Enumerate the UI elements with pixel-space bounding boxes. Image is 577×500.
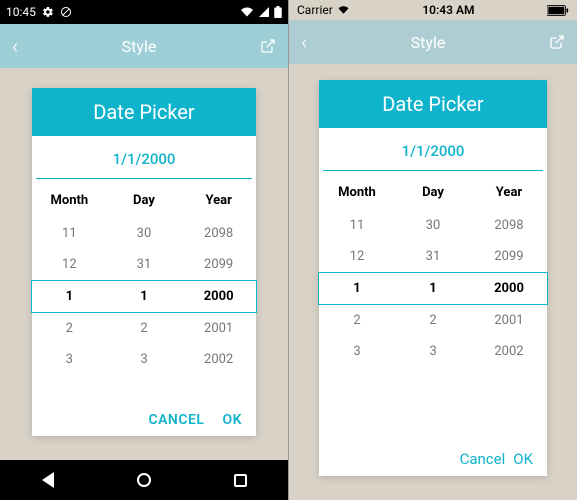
picker-cell-day: 30	[395, 218, 470, 233]
picker-cell-month: 11	[319, 218, 394, 233]
carrier-label: Carrier	[297, 3, 333, 17]
picker-cell-month: 2	[319, 313, 394, 328]
android-nav-bar	[0, 460, 288, 500]
picker-row[interactable]: 222001	[32, 313, 256, 344]
picker-wheel[interactable]: 1130209812312099112000222001332002	[32, 218, 256, 375]
picker-cell-day: 31	[395, 249, 470, 264]
card-title: Date Picker	[32, 88, 256, 136]
col-day: Day	[107, 193, 181, 208]
date-picker-card: Date Picker 1/1/2000 Month Day Year 1130…	[319, 80, 547, 476]
picker-cell-month: 3	[32, 352, 106, 367]
share-icon[interactable]	[549, 34, 565, 50]
picker-cell-year: 2000	[182, 289, 256, 304]
picker-cell-day: 3	[107, 352, 181, 367]
header-title: Style	[307, 33, 549, 52]
picker-row[interactable]: 332002	[32, 344, 256, 375]
ok-button[interactable]: OK	[513, 450, 533, 468]
picker-cell-year: 2098	[182, 226, 256, 241]
picker-cell-year: 2002	[471, 344, 546, 359]
picker-cell-month: 1	[319, 281, 394, 296]
picker-row[interactable]: 332002	[319, 336, 547, 367]
android-device: 10:45 ‹ Style Date Picker	[0, 0, 289, 500]
picker-cell-year: 2002	[182, 352, 256, 367]
picker-cell-day: 2	[395, 313, 470, 328]
picker-cell-year: 2098	[471, 218, 546, 233]
header-title: Style	[18, 37, 260, 56]
card-title: Date Picker	[319, 80, 547, 128]
picker-cell-day: 1	[107, 289, 181, 304]
wifi-icon	[337, 5, 350, 15]
ok-button[interactable]: OK	[222, 412, 242, 428]
picker-wheel[interactable]: 1130209812312099112000222001332002	[319, 210, 547, 367]
share-icon[interactable]	[260, 38, 276, 54]
picker-cell-month: 12	[32, 257, 106, 272]
cancel-button[interactable]: CANCEL	[148, 412, 204, 428]
picker-cell-year: 2099	[471, 249, 546, 264]
ios-device: Carrier 10:43 AM ‹ Style Date Picker 1/1…	[289, 0, 577, 500]
ios-status-bar: Carrier 10:43 AM	[289, 0, 577, 20]
col-year: Year	[182, 193, 256, 208]
picker-cell-month: 11	[32, 226, 106, 241]
selected-date-display: 1/1/2000	[36, 136, 252, 179]
picker-row[interactable]: 12312099	[32, 249, 256, 280]
picker-cell-day: 2	[107, 321, 181, 336]
cancel-button[interactable]: Cancel	[460, 450, 506, 468]
nav-recent-icon[interactable]	[234, 474, 247, 487]
picker-cell-day: 31	[107, 257, 181, 272]
picker-cell-year: 2001	[182, 321, 256, 336]
picker-cell-day: 1	[395, 281, 470, 296]
status-time: 10:43 AM	[422, 3, 474, 17]
picker-cell-month: 3	[319, 344, 394, 359]
wifi-icon	[240, 6, 254, 18]
picker-row[interactable]: 11302098	[32, 218, 256, 249]
picker-cell-day: 30	[107, 226, 181, 241]
picker-cell-month: 12	[319, 249, 394, 264]
col-month: Month	[319, 185, 394, 200]
col-year: Year	[471, 185, 546, 200]
picker-cell-day: 3	[395, 344, 470, 359]
col-day: Day	[395, 185, 470, 200]
battery-icon	[547, 5, 569, 16]
picker-cell-month: 2	[32, 321, 106, 336]
selected-date-display: 1/1/2000	[323, 128, 543, 171]
picker-row[interactable]: 11302098	[319, 210, 547, 241]
picker-cell-year: 2001	[471, 313, 546, 328]
app-header: ‹ Style	[0, 24, 288, 68]
picker-cell-year: 2000	[471, 281, 546, 296]
picker-row[interactable]: 112000	[318, 272, 548, 305]
picker-row[interactable]: 12312099	[319, 241, 547, 272]
signal-icon	[258, 6, 270, 18]
status-time: 10:45	[6, 5, 36, 19]
picker-header: Month Day Year	[32, 179, 256, 218]
picker-header: Month Day Year	[319, 171, 547, 210]
col-month: Month	[32, 193, 106, 208]
picker-cell-year: 2099	[182, 257, 256, 272]
date-picker-card: Date Picker 1/1/2000 Month Day Year 1130…	[32, 88, 256, 436]
battery-icon	[274, 6, 282, 18]
gear-icon	[42, 6, 54, 18]
picker-row[interactable]: 222001	[319, 305, 547, 336]
back-icon[interactable]: ‹	[12, 34, 18, 58]
nav-home-icon[interactable]	[137, 473, 151, 487]
picker-row[interactable]: 112000	[31, 280, 257, 313]
android-status-bar: 10:45	[0, 0, 288, 24]
app-header: ‹ Style	[289, 20, 577, 64]
nav-back-icon[interactable]	[42, 472, 54, 488]
block-icon	[60, 6, 72, 18]
back-icon[interactable]: ‹	[301, 30, 307, 54]
picker-cell-month: 1	[32, 289, 106, 304]
